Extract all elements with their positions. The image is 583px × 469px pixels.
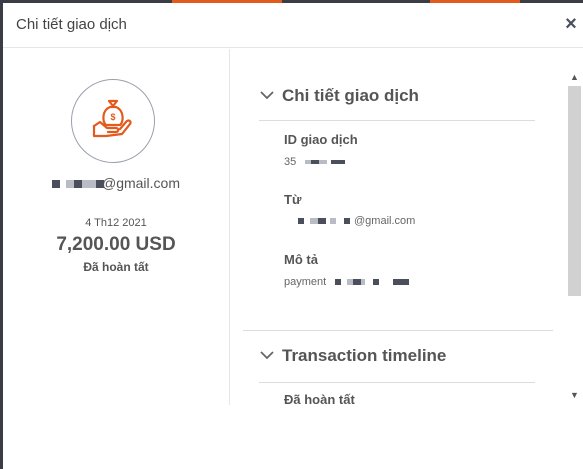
transaction-summary-panel: $ @gmail.com 4 Th12 2021 7,200.00 USD Đã… <box>3 49 230 405</box>
transaction-status: Đã hoàn tất <box>83 260 149 274</box>
redacted-text <box>353 279 362 286</box>
redacted-text <box>330 218 336 225</box>
divider <box>259 382 535 383</box>
redacted-text <box>331 160 346 165</box>
description-prefix: payment <box>284 276 327 288</box>
scroll-up-icon[interactable]: ▲ <box>566 69 583 86</box>
avatar: $ <box>71 79 155 163</box>
timeline-section-toggle[interactable]: Transaction timeline <box>260 346 446 366</box>
transaction-amount: 7,200.00 USD <box>56 234 176 255</box>
close-icon[interactable]: × <box>561 14 581 34</box>
details-section-title: Chi tiết giao dịch <box>282 86 419 105</box>
redacted-text <box>319 160 328 165</box>
redacted-text <box>373 279 380 286</box>
timeline-section-title: Transaction timeline <box>282 346 447 365</box>
divider <box>259 120 535 121</box>
redacted-text <box>318 218 326 225</box>
redacted-text <box>361 279 366 286</box>
from-value: @gmail.com <box>284 215 415 227</box>
transaction-date: 4 Th12 2021 <box>85 217 147 229</box>
redacted-text <box>73 180 82 189</box>
redacted-text <box>311 160 320 165</box>
transaction-id-value: 35 <box>284 156 346 168</box>
redacted-text <box>65 180 74 189</box>
redacted-text <box>393 279 410 286</box>
chevron-down-icon <box>260 91 274 100</box>
redacted-text <box>298 218 304 225</box>
redacted-text <box>344 218 350 225</box>
email-suffix: @gmail.com <box>101 175 180 191</box>
chevron-down-icon <box>260 351 274 360</box>
scrollbar-thumb[interactable] <box>568 86 581 296</box>
modal-header: Chi tiết giao dịch × <box>3 3 583 48</box>
redacted-text <box>310 218 318 225</box>
description-label: Mô tả <box>284 252 318 267</box>
from-label: Từ <box>284 192 302 207</box>
timeline-entry-status: Đã hoàn tất <box>284 392 355 407</box>
vertical-scrollbar[interactable]: ▲ ▼ <box>566 69 583 404</box>
redacted-text <box>51 180 60 189</box>
redacted-text <box>81 180 96 189</box>
divider <box>243 330 553 331</box>
svg-text:$: $ <box>110 112 115 122</box>
transaction-id-prefix: 35 <box>284 156 297 168</box>
counterparty-email: @gmail.com <box>3 175 229 191</box>
details-section-toggle[interactable]: Chi tiết giao dịch <box>260 86 419 106</box>
transaction-detail-modal: Chi tiết giao dịch × $ @gmail.com 4 Th12… <box>3 3 583 469</box>
money-bag-hand-icon: $ <box>92 99 132 138</box>
from-email-suffix: @gmail.com <box>354 215 416 227</box>
redacted-text <box>335 279 342 286</box>
transaction-id-label: ID giao dịch <box>284 132 358 147</box>
description-value: payment <box>284 276 410 288</box>
modal-title: Chi tiết giao dịch <box>16 16 127 33</box>
scroll-down-icon[interactable]: ▼ <box>566 387 583 404</box>
details-panel: Chi tiết giao dịch ID giao dịch 35 Từ @g… <box>243 69 565 407</box>
